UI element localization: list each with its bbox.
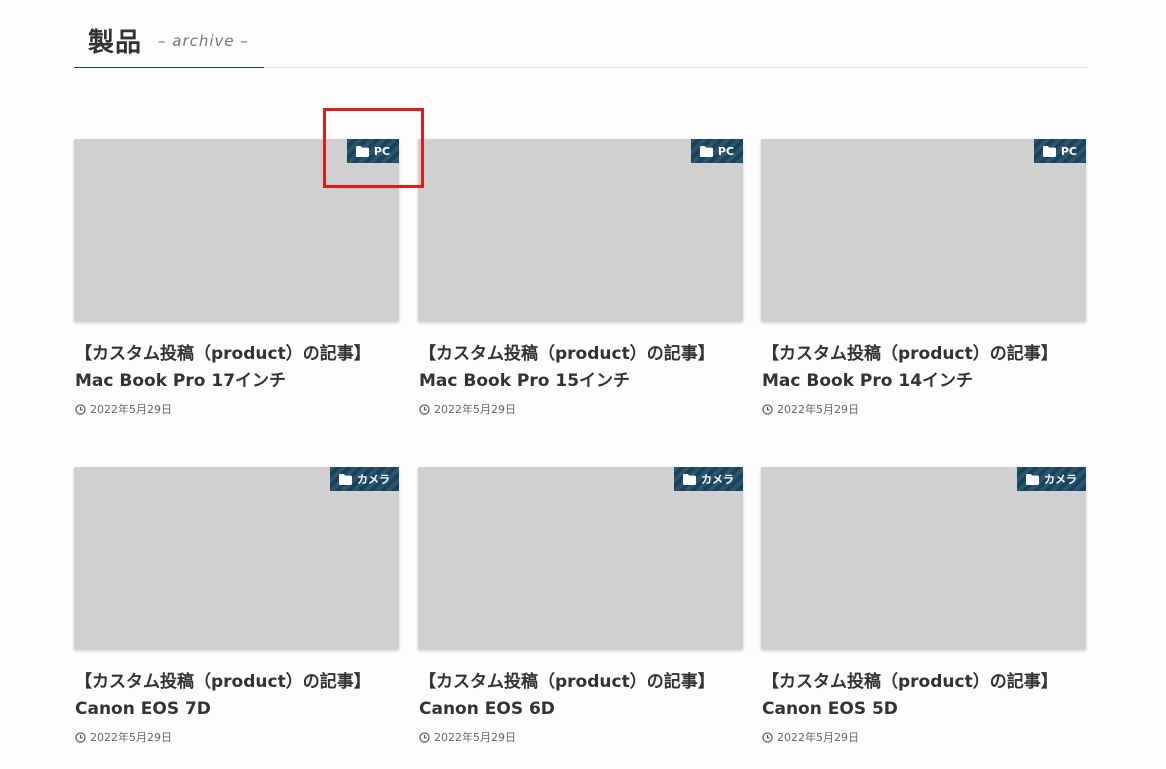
post-title-line1: 【カスタム投稿（product）の記事】 <box>762 672 1058 692</box>
post-title[interactable]: 【カスタム投稿（product）の記事】 Mac Book Pro 14インチ <box>762 341 1092 395</box>
post-date-text: 2022年5月29日 <box>434 731 516 744</box>
folder-icon <box>1026 473 1039 485</box>
post-thumbnail[interactable]: PC <box>74 139 399 321</box>
post-title[interactable]: 【カスタム投稿（product）の記事】 Canon EOS 5D <box>762 669 1092 723</box>
post-thumbnail[interactable]: PC <box>761 139 1086 321</box>
post-date: 2022年5月29日 <box>762 401 859 417</box>
title-underline <box>74 67 264 68</box>
post-thumbnail[interactable]: カメラ <box>418 467 743 649</box>
post-title-line1: 【カスタム投稿（product）の記事】 <box>75 344 371 364</box>
clock-icon <box>75 731 86 743</box>
post-title-line1: 【カスタム投稿（product）の記事】 <box>762 344 1058 364</box>
clock-icon <box>75 403 86 415</box>
category-badge: カメラ <box>330 467 399 491</box>
post-thumbnail[interactable]: カメラ <box>74 467 399 649</box>
page-subtitle: – archive – <box>158 32 249 50</box>
post-title[interactable]: 【カスタム投稿（product）の記事】 Mac Book Pro 15インチ <box>419 341 749 395</box>
post-date: 2022年5月29日 <box>75 401 172 417</box>
post-date-text: 2022年5月29日 <box>90 403 172 416</box>
post-card[interactable]: カメラ 【カスタム投稿（product）の記事】 Canon EOS 6D 20… <box>418 467 743 757</box>
post-date-text: 2022年5月29日 <box>90 731 172 744</box>
post-title-line1: 【カスタム投稿（product）の記事】 <box>75 672 371 692</box>
post-card[interactable]: カメラ 【カスタム投稿（product）の記事】 Canon EOS 7D 20… <box>74 467 399 757</box>
post-title-line2: Mac Book Pro 17インチ <box>75 371 287 391</box>
post-title-line2: Mac Book Pro 14インチ <box>762 371 974 391</box>
folder-icon <box>699 145 713 157</box>
post-card[interactable]: PC 【カスタム投稿（product）の記事】 Mac Book Pro 14イ… <box>761 139 1086 429</box>
post-card[interactable]: PC 【カスタム投稿（product）の記事】 Mac Book Pro 17イ… <box>74 139 399 429</box>
category-badge: PC <box>690 139 743 163</box>
post-title-line1: 【カスタム投稿（product）の記事】 <box>419 672 715 692</box>
post-title[interactable]: 【カスタム投稿（product）の記事】 Canon EOS 7D <box>75 669 405 723</box>
post-thumbnail[interactable]: PC <box>418 139 743 321</box>
post-title[interactable]: 【カスタム投稿（product）の記事】 Mac Book Pro 17インチ <box>75 341 405 395</box>
archive-header: 製品 – archive – <box>74 18 1087 68</box>
category-badge: PC <box>346 139 399 163</box>
post-title-line1: 【カスタム投稿（product）の記事】 <box>419 344 715 364</box>
post-title-line2: Canon EOS 5D <box>762 699 898 719</box>
category-label: PC <box>717 144 734 158</box>
post-card[interactable]: PC 【カスタム投稿（product）の記事】 Mac Book Pro 15イ… <box>418 139 743 429</box>
page-title: 製品 <box>88 28 143 58</box>
post-title-line2: Canon EOS 6D <box>419 699 555 719</box>
post-title-line2: Canon EOS 7D <box>75 699 211 719</box>
post-date: 2022年5月29日 <box>762 729 859 745</box>
post-date-text: 2022年5月29日 <box>777 403 859 416</box>
clock-icon <box>762 731 773 743</box>
category-badge: PC <box>1033 139 1086 163</box>
category-badge: カメラ <box>674 467 743 491</box>
folder-icon <box>339 473 352 485</box>
post-card[interactable]: カメラ 【カスタム投稿（product）の記事】 Canon EOS 5D 20… <box>761 467 1086 757</box>
post-title-line2: Mac Book Pro 15インチ <box>419 371 631 391</box>
category-label: PC <box>373 144 390 158</box>
category-label: PC <box>1060 144 1077 158</box>
post-title[interactable]: 【カスタム投稿（product）の記事】 Canon EOS 6D <box>419 669 749 723</box>
post-thumbnail[interactable]: カメラ <box>761 467 1086 649</box>
post-date: 2022年5月29日 <box>75 729 172 745</box>
archive-page: 製品 – archive – PC 【カスタム投稿（product）の記事】 M… <box>0 0 1166 769</box>
folder-icon <box>683 473 696 485</box>
category-badge: カメラ <box>1017 467 1086 491</box>
post-date-text: 2022年5月29日 <box>434 403 516 416</box>
folder-icon <box>355 145 369 157</box>
post-date: 2022年5月29日 <box>419 401 516 417</box>
clock-icon <box>419 731 430 743</box>
clock-icon <box>419 403 430 415</box>
category-label: カメラ <box>1044 473 1077 486</box>
clock-icon <box>762 403 773 415</box>
category-label: カメラ <box>357 473 390 486</box>
category-label: カメラ <box>701 473 734 486</box>
post-date: 2022年5月29日 <box>419 729 516 745</box>
post-date-text: 2022年5月29日 <box>777 731 859 744</box>
folder-icon <box>1042 145 1056 157</box>
